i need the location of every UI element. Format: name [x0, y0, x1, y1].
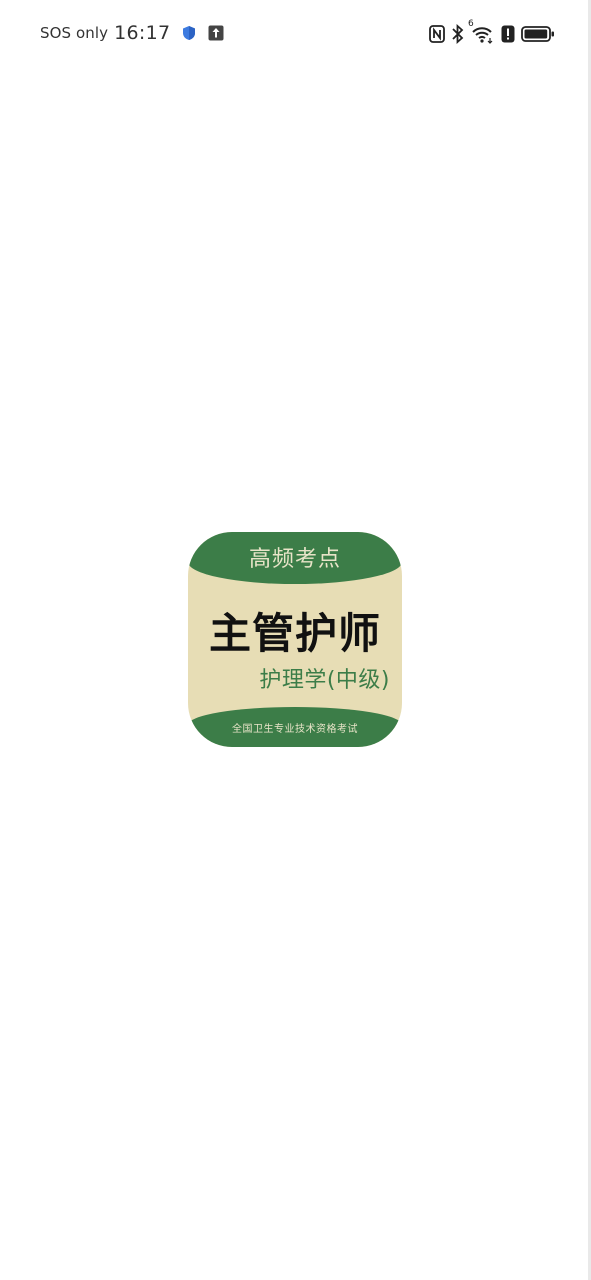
shield-icon [182, 25, 196, 41]
carrier-text: SOS only [40, 24, 109, 42]
clock: 16:17 [114, 22, 171, 44]
splash-screen: SOS only 16:17 6 高频考点 主管护师 护理学(中级) 全国卫生专… [0, 0, 591, 1280]
status-right: 6 [429, 19, 555, 46]
upload-icon [208, 25, 224, 41]
splash-bottom-band: 全国卫生专业技术资格考试 [188, 707, 402, 747]
status-left: SOS only 16:17 [40, 20, 224, 46]
splash-top-text: 高频考点 [248, 547, 341, 572]
battery-icon [521, 25, 555, 43]
alert-icon [501, 25, 515, 43]
bluetooth-icon [451, 24, 465, 44]
splash-top-band: 高频考点 [188, 532, 402, 584]
status-bar: SOS only 16:17 6 [0, 0, 591, 66]
app-splash-icon: 高频考点 主管护师 护理学(中级) 全国卫生专业技术资格考试 [188, 532, 402, 747]
splash-title: 主管护师 [208, 609, 381, 658]
wifi-icon: 6 [468, 19, 495, 44]
nfc-icon [429, 25, 445, 43]
splash-bottom-text: 全国卫生专业技术资格考试 [232, 723, 358, 735]
wifi-badge: 6 [468, 19, 474, 29]
splash-subtitle: 护理学(中级) [259, 668, 390, 693]
